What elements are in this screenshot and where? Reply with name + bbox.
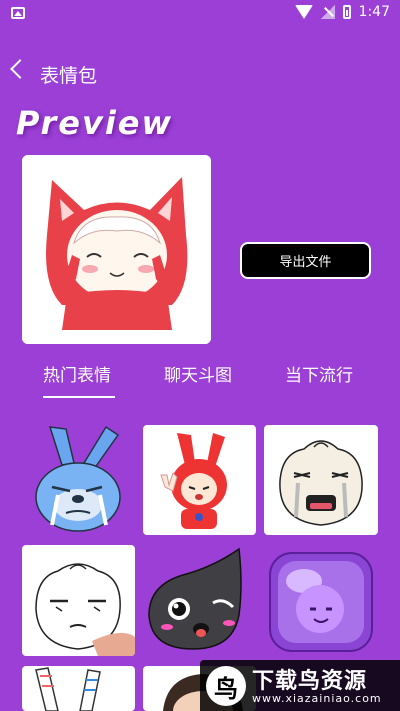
export-file-button[interactable]: 导出文件 <box>240 242 371 279</box>
bird-logo-icon: 鸟 <box>206 666 246 706</box>
signal-icon <box>320 5 335 19</box>
sticker-item[interactable] <box>22 666 135 711</box>
sticker-item[interactable] <box>22 545 135 656</box>
tab-popular[interactable]: 热门表情 <box>43 361 111 386</box>
wifi-icon <box>294 5 313 19</box>
back-arrow-icon[interactable] <box>10 59 30 79</box>
category-tabs: 热门表情 聊天斗图 当下流行 <box>0 358 400 402</box>
tab-chat-battle[interactable]: 聊天斗图 <box>164 361 232 386</box>
watermark-title: 下载鸟资源 <box>252 669 368 694</box>
steamed-bun-pinched-sticker <box>35 563 135 656</box>
preview-label: Preview <box>16 104 174 142</box>
sticker-item[interactable] <box>264 425 378 535</box>
black-droplet-wink-sticker <box>148 547 242 650</box>
steamed-bun-crying-sticker <box>279 440 363 526</box>
app-header: 表情包 <box>0 54 400 92</box>
page-title: 表情包 <box>40 65 98 87</box>
purple-jelly-cube-sticker <box>269 552 373 652</box>
tab-trending[interactable]: 当下流行 <box>285 361 353 386</box>
red-cat-girl-sticker <box>22 155 211 344</box>
watermark-url: www.xiazainiao.com <box>252 692 382 705</box>
sticker-item[interactable] <box>143 425 256 535</box>
image-notification-icon <box>11 7 25 19</box>
white-rabbit-partial-sticker <box>35 667 101 711</box>
watermark-banner: 鸟 下载鸟资源 www.xiazainiao.com <box>200 660 400 711</box>
status-indicators: 1:47 <box>294 4 390 20</box>
red-bunny-hood-sticker <box>160 433 227 529</box>
sticker-item[interactable] <box>143 545 256 656</box>
blue-rabbit-crying-sticker <box>35 425 121 532</box>
battery-icon <box>342 5 351 19</box>
status-bar: 1:47 <box>0 0 400 28</box>
sticker-item[interactable] <box>22 425 135 535</box>
preview-image <box>22 155 211 344</box>
status-time: 1:47 <box>358 4 390 20</box>
sticker-item[interactable] <box>264 545 378 656</box>
active-tab-indicator <box>43 396 115 398</box>
